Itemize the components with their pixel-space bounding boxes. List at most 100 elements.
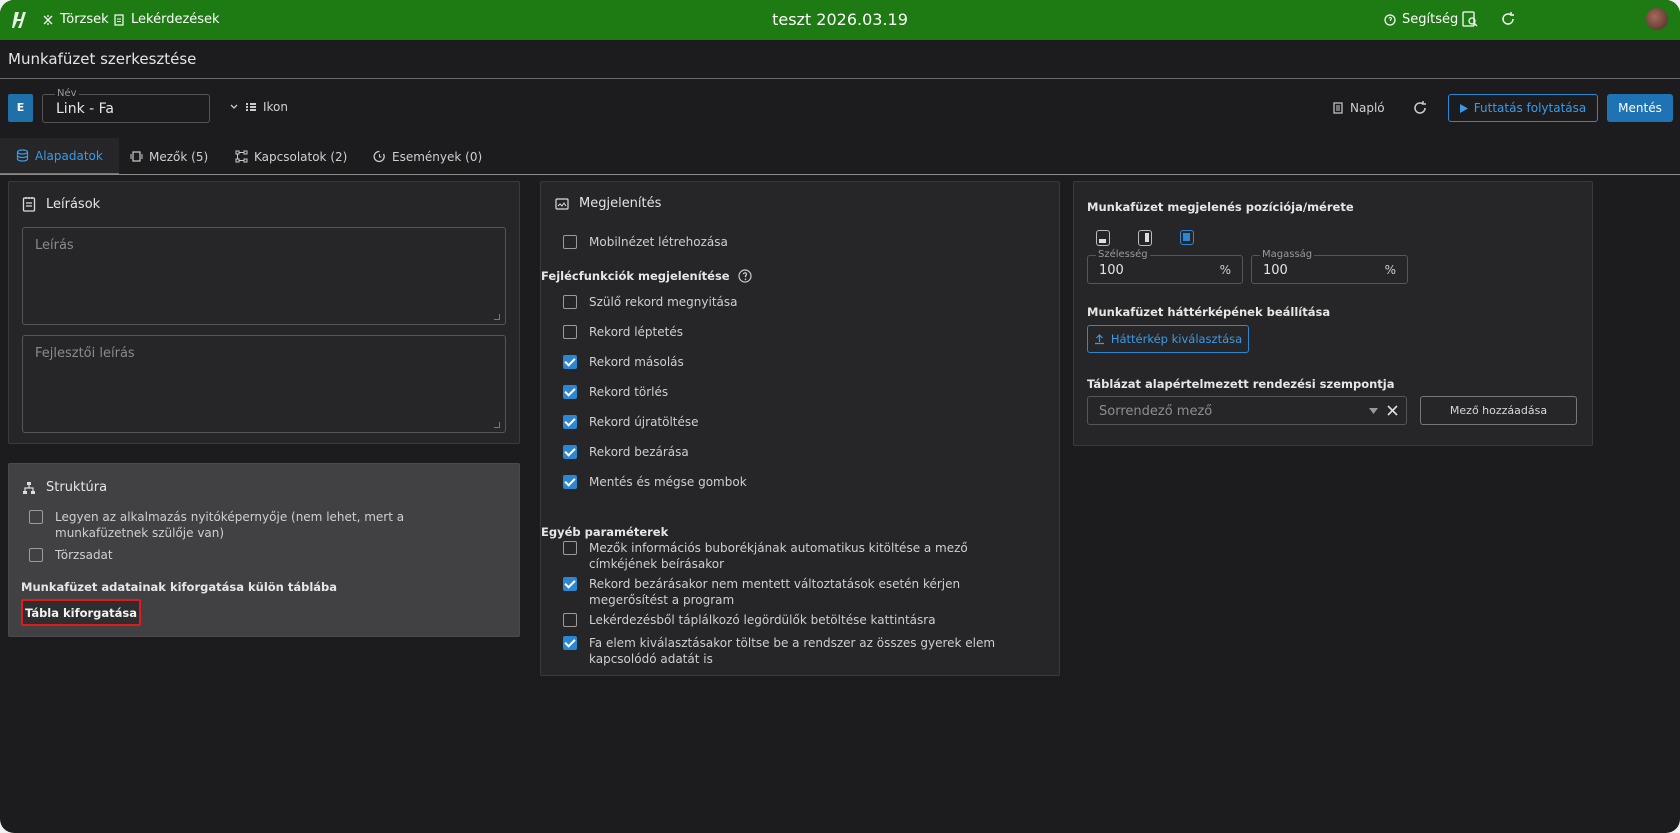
header-functions-heading: Fejlécfunkciók megjelenítése: [541, 269, 752, 283]
help-button[interactable]: Segítség: [1384, 12, 1458, 27]
background-heading: Munkafüzet háttérképének beállítása: [1087, 305, 1331, 319]
checkbox-checked[interactable]: [563, 475, 577, 489]
clear-icon[interactable]: [1386, 404, 1399, 417]
list-icon: [246, 103, 256, 111]
checkbox-unchecked[interactable]: [563, 541, 577, 555]
checkbox-checked[interactable]: [563, 445, 577, 459]
checkbox-checked[interactable]: [563, 385, 577, 399]
dropdown-arrow-icon[interactable]: [1369, 408, 1378, 414]
mobile-view-checkbox[interactable]: Mobilnézet létrehozása: [563, 234, 728, 250]
clipboard-search-icon[interactable]: [1461, 10, 1479, 28]
height-value[interactable]: 100: [1263, 263, 1288, 278]
save-button[interactable]: Mentés: [1607, 94, 1673, 122]
checkbox-box[interactable]: [563, 235, 577, 249]
checkbox-label: Mezők információs buborékjának automatik…: [589, 541, 968, 571]
display-title-text: Megjelenítés: [579, 196, 662, 211]
checkbox-row[interactable]: Szülő rekord megnyitása: [563, 294, 737, 310]
position-full-icon[interactable]: [1180, 230, 1194, 245]
help-icon: [1384, 13, 1396, 26]
help-circle-icon[interactable]: [737, 269, 752, 283]
tab-alapadatok-label: Alapadatok: [35, 148, 103, 163]
checkbox-label: Rekord bezárásakor nem mentett változtat…: [589, 577, 961, 607]
checkbox-row[interactable]: Rekord törlés: [563, 384, 668, 400]
checkbox-row[interactable]: Mezők információs buborékjának automatik…: [563, 540, 1013, 572]
app-window: Törzsek Lekérdezések teszt 2026.03.19 Se…: [0, 0, 1680, 833]
sort-heading: Táblázat alapértelmezett rendezési szemp…: [1087, 377, 1395, 391]
master-data-label: Törzsadat: [55, 548, 113, 562]
checkbox-row[interactable]: Mentés és mégse gombok: [563, 474, 747, 490]
display-title: Megjelenítés: [555, 196, 661, 211]
name-field-value[interactable]: Link - Fa: [56, 101, 114, 117]
checkbox-row[interactable]: Rekord újratöltése: [563, 414, 699, 430]
tab-bar: Alapadatok Mezők (5) Kapcsolatok (2) Ese…: [0, 138, 1680, 175]
choose-background-button[interactable]: Háttérkép kiválasztása: [1087, 325, 1249, 353]
header-divider: [0, 78, 1680, 79]
resize-grip-icon[interactable]: [494, 422, 500, 428]
checkbox-checked[interactable]: [563, 415, 577, 429]
descriptions-title-text: Leírások: [46, 196, 101, 212]
tab-mezok-label: Mezők (5): [149, 149, 209, 164]
home-screen-label: Legyen az alkalmazás nyitóképernyője (ne…: [55, 510, 405, 540]
checkbox-unchecked[interactable]: [563, 295, 577, 309]
checkbox-unchecked[interactable]: [563, 613, 577, 627]
page-title: Munkafüzet szerkesztése: [8, 50, 197, 68]
structure-title: Struktúra: [22, 480, 107, 495]
description-textarea[interactable]: Leírás: [22, 227, 506, 325]
pivot-table-button[interactable]: Tábla kiforgatása: [21, 599, 141, 626]
workbook-badge[interactable]: E: [8, 94, 33, 122]
checkbox-row[interactable]: Rekord léptetés: [563, 324, 683, 340]
icon-selector[interactable]: Ikon: [229, 100, 288, 114]
home-screen-checkbox[interactable]: Legyen az alkalmazás nyitóképernyője (ne…: [29, 509, 499, 541]
checkbox-row[interactable]: Rekord másolás: [563, 354, 684, 370]
reload-icon[interactable]: [1499, 10, 1517, 28]
checkbox-row[interactable]: Lekérdezésből táplálkozó legördülők betö…: [563, 612, 1013, 628]
checkbox-checked[interactable]: [563, 355, 577, 369]
refresh-icon[interactable]: [1412, 100, 1428, 116]
pivot-heading: Munkafüzet adatainak kiforgatása külön t…: [21, 580, 338, 594]
log-icon: [1333, 102, 1343, 114]
user-avatar[interactable]: [1646, 8, 1668, 30]
log-button[interactable]: Napló: [1332, 101, 1385, 115]
checkbox-checked[interactable]: [563, 636, 577, 650]
sort-field-placeholder: Sorrendező mező: [1099, 404, 1213, 419]
sort-field-select[interactable]: Sorrendező mező: [1087, 396, 1407, 425]
checkbox-row[interactable]: Fa elem kiválasztásakor töltse be a rend…: [563, 635, 1013, 667]
nav-torzsek[interactable]: Törzsek: [42, 12, 109, 27]
height-unit: %: [1384, 263, 1396, 277]
checkbox-box[interactable]: [29, 510, 43, 524]
checkbox-label: Rekord bezárása: [589, 445, 689, 459]
nav-lekerdezesek[interactable]: Lekérdezések: [113, 12, 220, 27]
position-bottom-icon[interactable]: [1096, 230, 1110, 246]
database-icon: [16, 149, 29, 162]
dev-description-textarea[interactable]: Fejlesztői leírás: [22, 335, 506, 433]
tabs-divider: [0, 174, 1680, 175]
width-unit: %: [1219, 263, 1231, 277]
master-data-checkbox[interactable]: Törzsadat: [29, 547, 113, 563]
checkbox-checked[interactable]: [563, 577, 577, 591]
checkbox-row[interactable]: Rekord bezárása: [563, 444, 689, 460]
continue-run-button[interactable]: Futtatás folytatása: [1448, 94, 1598, 122]
pivot-table-label: Tábla kiforgatása: [24, 605, 138, 620]
name-field[interactable]: Név Link - Fa: [42, 88, 210, 123]
app-logo-icon[interactable]: [12, 10, 28, 30]
checkbox-unchecked[interactable]: [563, 325, 577, 339]
tab-kapcsolatok[interactable]: Kapcsolatok (2): [235, 138, 347, 175]
tab-alapadatok[interactable]: Alapadatok: [0, 138, 119, 175]
height-label: Magasság: [1260, 249, 1315, 260]
position-right-icon[interactable]: [1138, 230, 1152, 246]
tab-mezok[interactable]: Mezők (5): [130, 138, 208, 175]
chevron-down-icon: [230, 104, 238, 109]
image-icon: [555, 197, 569, 210]
add-field-button[interactable]: Mező hozzáadása: [1420, 396, 1577, 425]
log-label: Napló: [1350, 101, 1385, 115]
checkbox-label: Lekérdezésből táplálkozó legördülők betö…: [589, 613, 936, 627]
checkbox-box[interactable]: [29, 548, 43, 562]
checkbox-row[interactable]: Rekord bezárásakor nem mentett változtat…: [563, 576, 1013, 608]
width-value[interactable]: 100: [1099, 263, 1124, 278]
resize-grip-icon[interactable]: [494, 314, 500, 320]
checkbox-label: Fa elem kiválasztásakor töltse be a rend…: [589, 636, 996, 666]
height-field[interactable]: Magasság 100 %: [1251, 249, 1408, 284]
width-field[interactable]: Szélesség 100 %: [1087, 249, 1243, 284]
tab-esemenyek[interactable]: Események (0): [373, 138, 482, 175]
checkbox-label: Rekord léptetés: [589, 325, 683, 339]
